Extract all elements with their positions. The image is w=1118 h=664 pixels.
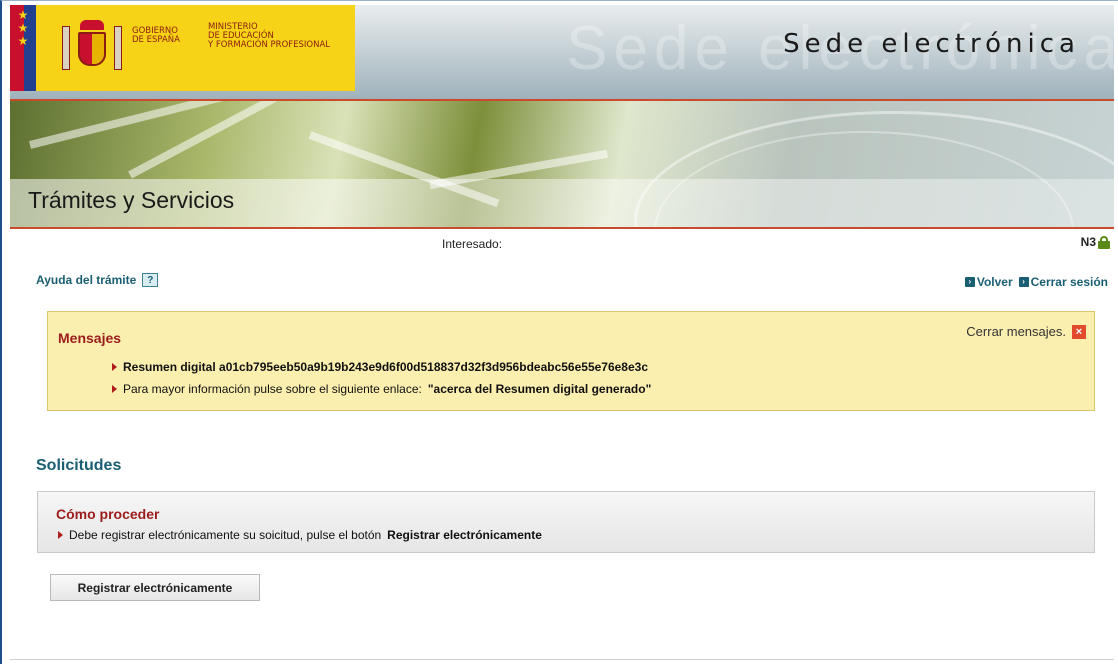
ministry-text: MINISTERIO DE EDUCACIÓN Y FORMACIÓN PROF…: [207, 22, 331, 50]
gov-line-2: DE ESPAÑA: [132, 35, 180, 45]
page-title: Trámites y Servicios: [28, 187, 235, 213]
banner-image: Trámites y Servicios: [10, 101, 1114, 229]
coat-of-arms-icon: [58, 16, 126, 80]
register-electronically-button[interactable]: Registrar electrónicamente: [50, 574, 260, 601]
divider: [10, 659, 1114, 660]
help-link[interactable]: Ayuda del trámite ?: [36, 273, 159, 287]
interesado-label: Interesado:: [442, 237, 503, 251]
arrow-right-icon: ›: [964, 277, 975, 287]
howto-text: Debe registrar electrónicamente su soici…: [69, 528, 382, 542]
government-logo[interactable]: ★ ★ ★ GOBIERNO DE ESPAÑA MINISTERIO DE EDU…: [10, 5, 355, 91]
level-label: N3: [1080, 235, 1096, 249]
bullet-icon: [112, 385, 117, 393]
digital-summary-link[interactable]: "acerca del Resumen digital generado": [428, 382, 651, 396]
messages-title: Mensajes: [58, 330, 122, 346]
bullet-icon: [112, 363, 117, 371]
browser-frame: Sede electrónica ★ ★ ★ GOBIERNO DE ESPAÑA …: [0, 0, 1118, 664]
close-messages-link[interactable]: Cerrar mensajes. ×: [966, 324, 1086, 339]
page-title-bar: Trámites y Servicios: [10, 179, 1114, 227]
help-link-label: Ayuda del trámite: [36, 273, 137, 287]
solicitudes-title: Solicitudes: [36, 457, 122, 474]
eu-flag-icon: ★ ★ ★: [10, 5, 36, 91]
back-link[interactable]: › Volver: [964, 275, 1013, 289]
security-level: N3: [1081, 235, 1110, 249]
logout-link-label: Cerrar sesión: [1030, 275, 1108, 289]
digital-summary-text: Resumen digital a01cb795eeb50a9b19b243e9…: [123, 360, 649, 374]
ministry-line-3: Y FORMACIÓN PROFESIONAL: [207, 39, 331, 50]
more-info-text: Para mayor información pulse sobre el si…: [123, 382, 422, 396]
government-text: GOBIERNO DE ESPAÑA: [132, 27, 180, 45]
top-actions: › Volver › Cerrar sesión: [964, 275, 1108, 289]
messages-panel: Mensajes Cerrar mensajes. × Resumen digi…: [47, 311, 1095, 411]
howto-title: Cómo proceder: [56, 506, 160, 522]
howto-instruction: Debe registrar electrónicamente su soici…: [58, 528, 542, 542]
help-icon[interactable]: ?: [142, 273, 159, 287]
howto-bold-text: Registrar electrónicamente: [387, 528, 542, 542]
back-link-label: Volver: [976, 275, 1013, 289]
message-item-1: Resumen digital a01cb795eeb50a9b19b243e9…: [112, 360, 648, 374]
close-icon[interactable]: ×: [1072, 324, 1086, 339]
site-header: Sede electrónica ★ ★ ★ GOBIERNO DE ESPAÑA …: [10, 5, 1114, 101]
arrow-right-icon: ›: [1018, 277, 1029, 287]
site-title: Sede electrónica: [783, 29, 1080, 59]
lock-icon: [1098, 235, 1110, 249]
close-messages-label: Cerrar mensajes.: [966, 324, 1066, 339]
bullet-icon: [58, 531, 63, 539]
logout-link[interactable]: › Cerrar sesión: [1018, 275, 1108, 289]
howto-panel: Cómo proceder Debe registrar electrónica…: [37, 491, 1095, 553]
message-item-2: Para mayor información pulse sobre el si…: [112, 382, 651, 396]
